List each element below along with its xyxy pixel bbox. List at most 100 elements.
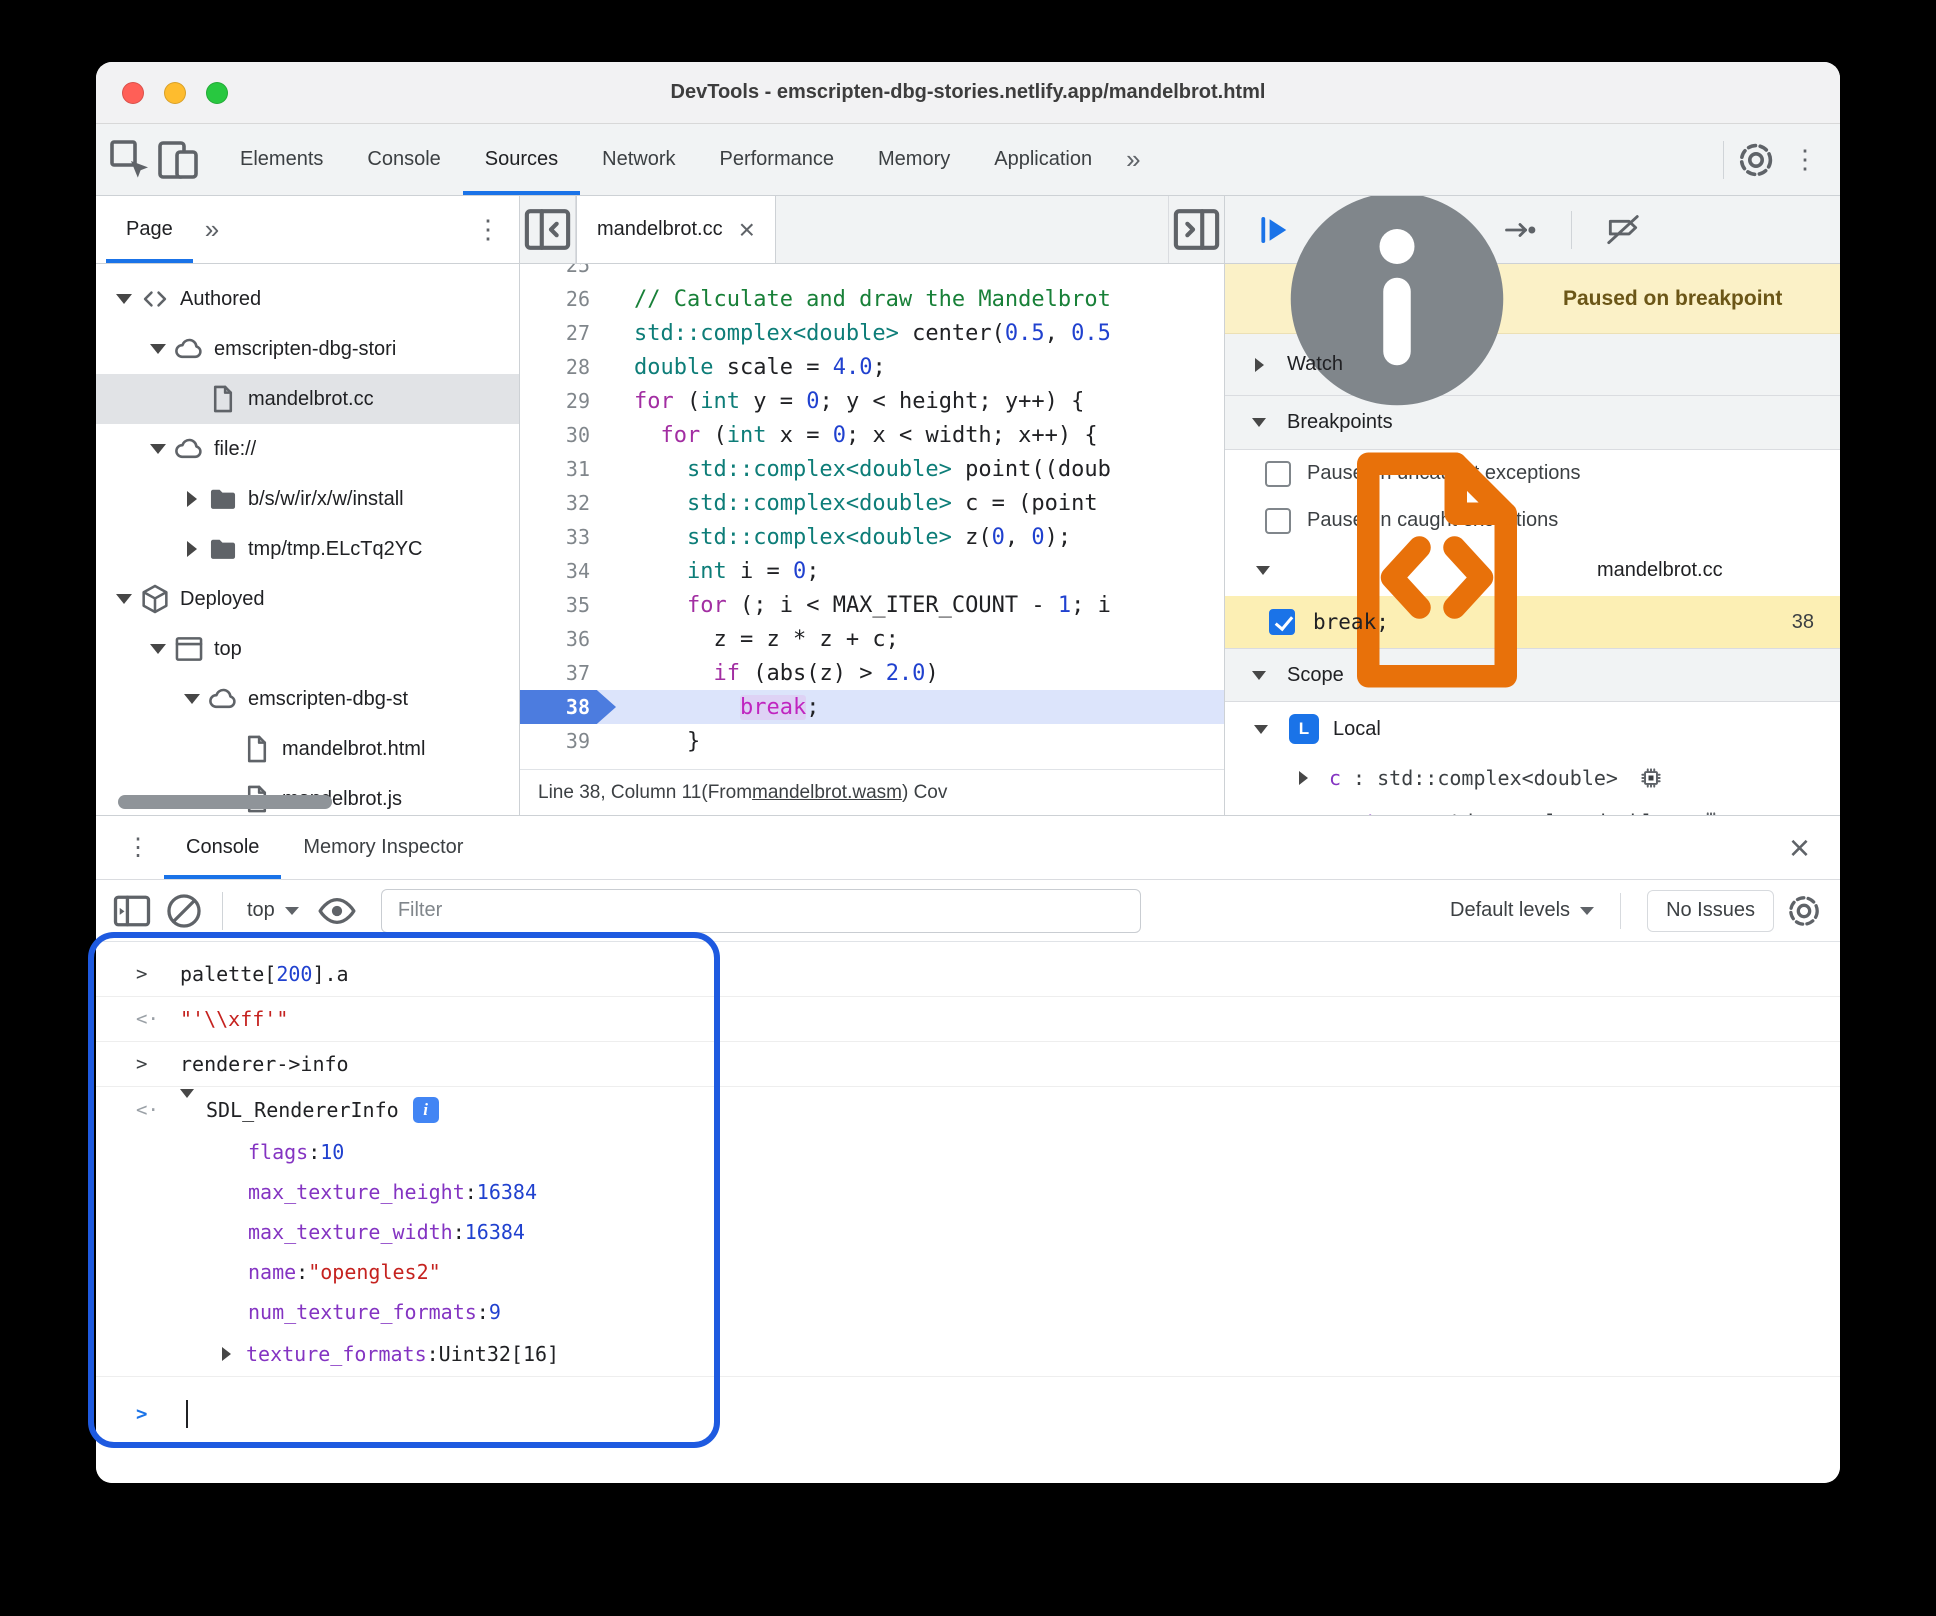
live-expression-eye-icon[interactable] [315, 889, 359, 933]
close-window-button[interactable] [122, 81, 144, 104]
tab-elements[interactable]: Elements [218, 124, 345, 195]
navigator-kebab-icon[interactable]: ⋮ [463, 214, 519, 245]
tree-item-file-[interactable]: file:// [96, 424, 519, 474]
console-row-prop[interactable]: name: "opengles2" [96, 1252, 1840, 1292]
tab-console[interactable]: Console [345, 124, 462, 195]
console-row-output[interactable]: <· "'\\xff'" [96, 997, 1840, 1042]
tab-console[interactable]: Console [164, 816, 281, 879]
scope-variable-center[interactable]: center: std::complex<double> [1225, 800, 1840, 815]
close-drawer-icon[interactable]: × [1789, 829, 1824, 866]
execution-line-marker[interactable]: 38 [520, 690, 616, 724]
log-levels-dropdown[interactable]: Default levels [1450, 899, 1595, 922]
pause-uncaught-checkbox[interactable] [1265, 460, 1291, 487]
line-number[interactable]: 37 [520, 656, 616, 690]
code-line-31[interactable]: 31 std::complex<double> point((doub [520, 452, 1224, 486]
chevron-right-icon[interactable] [178, 541, 206, 557]
line-number[interactable]: 31 [520, 452, 616, 486]
device-toolbar-icon[interactable] [154, 136, 202, 184]
scope-variable-c[interactable]: c: std::complex<double> [1225, 756, 1840, 800]
code-line-39[interactable]: 39 } [520, 724, 1224, 758]
code-line-29[interactable]: 29 for (int y = 0; y < height; y++) { [520, 384, 1224, 418]
deactivate-breakpoints-icon[interactable] [1604, 211, 1642, 249]
code-line-32[interactable]: 32 std::complex<double> c = (point [520, 486, 1224, 520]
inspect-icon[interactable] [106, 136, 154, 184]
line-number[interactable]: 30 [520, 418, 616, 452]
code-editor[interactable]: 25 26 // Calculate and draw the Mandelbrot… [520, 264, 1224, 769]
tab-memory-inspector[interactable]: Memory Inspector [281, 816, 485, 879]
code-line-38[interactable]: 38 break; [520, 690, 1224, 724]
chevron-down-icon[interactable] [110, 294, 138, 304]
kebab-menu-icon[interactable]: ⋮ [1780, 144, 1830, 175]
console-row-prop[interactable]: flags: 10 [96, 1132, 1840, 1172]
line-number[interactable]: 25 [520, 264, 616, 282]
chevron-down-icon[interactable] [110, 594, 138, 604]
line-number[interactable]: 32 [520, 486, 616, 520]
clear-console-icon[interactable] [162, 889, 206, 933]
js-context-selector[interactable]: top [239, 899, 307, 922]
console-sidebar-icon[interactable] [110, 889, 154, 933]
console-prompt[interactable]: > [96, 1391, 1840, 1436]
line-number[interactable]: 26 [520, 282, 616, 316]
close-tab-icon[interactable]: × [739, 215, 755, 244]
line-number[interactable]: 39 [520, 724, 616, 758]
hide-navigator-icon[interactable] [520, 196, 576, 263]
code-line-33[interactable]: 33 std::complex<double> z(0, 0); [520, 520, 1224, 554]
chevron-right-icon[interactable] [178, 491, 206, 507]
code-line-25[interactable]: 25 [520, 264, 1224, 282]
chevron-down-icon[interactable] [180, 1088, 194, 1122]
code-line-30[interactable]: 30 for (int x = 0; x < width; x++) { [520, 418, 1224, 452]
tree-item-tmp-tmp-elctq2yc[interactable]: tmp/tmp.ELcTq2YC [96, 524, 519, 574]
console-row-input[interactable]: > palette[200].a [96, 952, 1840, 997]
line-number[interactable]: 28 [520, 350, 616, 384]
console-messages[interactable]: > palette[200].a <· "'\\xff'" > renderer->inf… [96, 942, 1840, 1483]
code-line-37[interactable]: 37 if (abs(z) > 2.0) [520, 656, 1224, 690]
tab-page[interactable]: Page [106, 196, 193, 263]
memory-inspector-icon[interactable] [1638, 765, 1664, 791]
code-line-28[interactable]: 28 double scale = 4.0; [520, 350, 1224, 384]
tab-application[interactable]: Application [972, 124, 1114, 195]
tree-item-mandelbrot-cc[interactable]: mandelbrot.cc [96, 374, 519, 424]
tab-memory[interactable]: Memory [856, 124, 972, 195]
console-settings-gear-icon[interactable] [1782, 889, 1826, 933]
maximize-window-button[interactable] [206, 81, 228, 104]
tree-item-mandelbrot-html[interactable]: mandelbrot.html [96, 724, 519, 774]
more-panels-icon[interactable]: » [1114, 144, 1152, 175]
more-navigator-tabs-icon[interactable]: » [193, 214, 231, 245]
line-number[interactable]: 33 [520, 520, 616, 554]
chevron-right-icon[interactable] [214, 1347, 238, 1361]
chevron-down-icon[interactable] [178, 694, 206, 704]
console-row-prop[interactable]: num_texture_formats: 9 [96, 1292, 1840, 1332]
line-number[interactable]: 34 [520, 554, 616, 588]
tab-sources[interactable]: Sources [463, 124, 580, 195]
line-number[interactable]: 36 [520, 622, 616, 656]
breakpoint-checkbox[interactable] [1269, 609, 1295, 635]
console-filter-input[interactable] [380, 888, 1141, 933]
editor-tab[interactable]: mandelbrot.cc × [576, 196, 776, 263]
chevron-down-icon[interactable] [144, 344, 172, 354]
chevron-right-icon[interactable] [1289, 771, 1317, 785]
tree-item-deployed[interactable]: Deployed [96, 574, 519, 624]
console-row-input[interactable]: > renderer->info [96, 1042, 1840, 1087]
chevron-down-icon[interactable] [144, 444, 172, 454]
drawer-kebab-icon[interactable]: ⋮ [112, 833, 164, 862]
line-number[interactable]: 27 [520, 316, 616, 350]
tree-item-authored[interactable]: Authored [96, 274, 519, 324]
tree-item-top[interactable]: top [96, 624, 519, 674]
console-row-prop[interactable]: max_texture_height: 16384 [96, 1172, 1840, 1212]
tab-network[interactable]: Network [580, 124, 697, 195]
minimize-window-button[interactable] [164, 81, 186, 104]
code-line-34[interactable]: 34 int i = 0; [520, 554, 1224, 588]
settings-gear-icon[interactable] [1732, 136, 1780, 184]
code-line-36[interactable]: 36 z = z * z + c; [520, 622, 1224, 656]
evaluated-info-badge[interactable]: i [412, 1096, 439, 1123]
console-row-propx[interactable]: texture_formats: Uint32[16] [96, 1332, 1840, 1377]
console-row-objhead[interactable]: <· SDL_RendererInfo i [96, 1087, 1840, 1132]
show-debugger-icon[interactable] [1168, 196, 1224, 263]
console-row-prop[interactable]: max_texture_width: 16384 [96, 1212, 1840, 1252]
code-line-27[interactable]: 27 std::complex<double> center(0.5, 0.5 [520, 316, 1224, 350]
wasm-source-link[interactable]: mandelbrot.wasm [752, 782, 902, 804]
tab-performance[interactable]: Performance [698, 124, 857, 195]
code-line-26[interactable]: 26 // Calculate and draw the Mandelbrot [520, 282, 1224, 316]
tree-item-b-s-w-ir-x-w-install[interactable]: b/s/w/ir/x/w/install [96, 474, 519, 524]
issues-counter[interactable]: No Issues [1647, 889, 1774, 932]
